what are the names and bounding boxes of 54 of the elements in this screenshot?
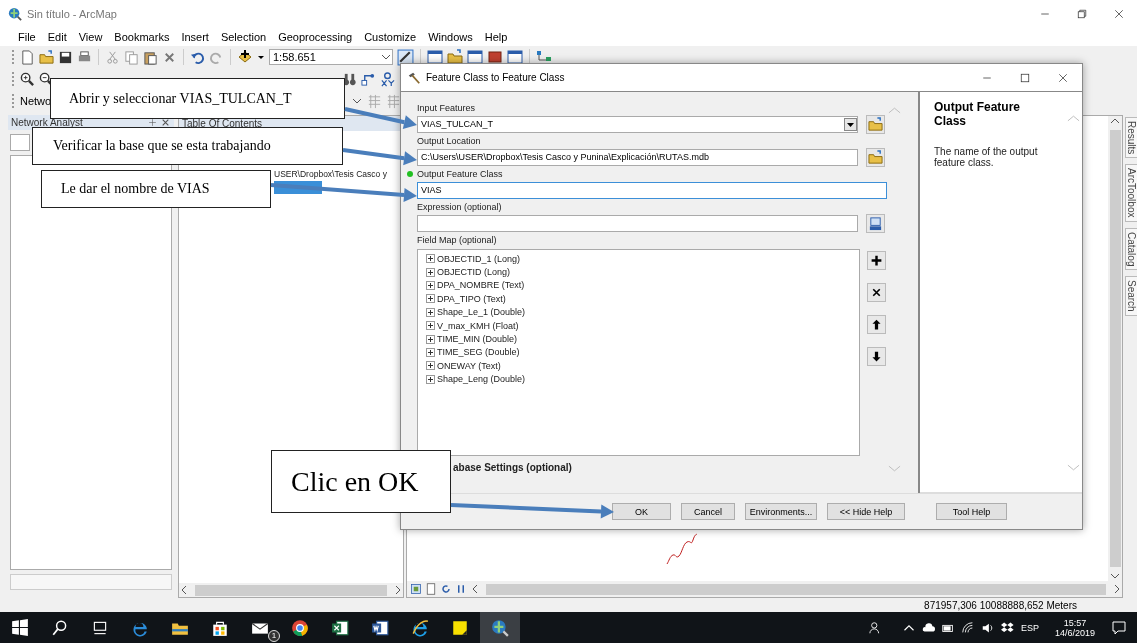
hide-help-button[interactable]: << Hide Help xyxy=(827,503,905,520)
field-label: Output Location xyxy=(417,135,482,147)
input-field[interactable]: VIAS_TULCAN_T xyxy=(417,115,858,133)
menu-item[interactable]: View xyxy=(72,31,109,43)
dialog-title: Feature Class to Feature Class xyxy=(426,72,566,83)
help-title: Output Feature Class xyxy=(934,100,1021,128)
window-title: Sin título - ArcMap xyxy=(27,8,118,20)
field-label: Output Feature Class xyxy=(417,168,887,180)
field-item[interactable]: TIME_MIN (Double) xyxy=(437,334,517,345)
menu-item[interactable]: Edit xyxy=(41,31,73,43)
side-tab[interactable]: Catalog xyxy=(1125,227,1137,271)
menu-item[interactable]: Windows xyxy=(422,31,479,43)
side-tab[interactable]: Results xyxy=(1125,117,1137,159)
language-indicator[interactable]: ESP xyxy=(1020,622,1039,633)
ok-button[interactable]: OK xyxy=(612,503,671,520)
menu-item[interactable]: Customize xyxy=(358,31,423,43)
field-item[interactable]: DPA_NOMBRE (Text) xyxy=(437,280,525,291)
pane-title: Table Of Contents xyxy=(182,118,264,129)
menu-item[interactable]: Geoprocessing xyxy=(272,31,359,43)
clock[interactable]: 15:57 14/6/2019 xyxy=(1054,617,1095,638)
callout-note: Le dar el nombre de VIAS xyxy=(41,170,271,208)
callout-note: Abrir y seleccionar VIAS_TULCAN_T xyxy=(50,78,345,119)
notification-badge: 1 xyxy=(268,630,280,642)
menu-item[interactable]: File xyxy=(12,31,42,43)
field-item[interactable]: Shape_Le_1 (Double) xyxy=(437,307,526,318)
field-item[interactable]: OBJECTID (Long) xyxy=(437,267,511,278)
field-item[interactable]: Shape_Leng (Double) xyxy=(437,374,526,385)
environments-button[interactable]: Environments... xyxy=(745,503,817,520)
side-tab[interactable]: ArcToolbox xyxy=(1125,164,1137,222)
scale-field[interactable]: 1:58.651 xyxy=(269,49,393,65)
field-label: Input Features xyxy=(417,102,477,114)
callout-note: Verificar la base que se esta trabajando xyxy=(32,127,343,165)
side-tab[interactable]: Search xyxy=(1125,276,1137,316)
menu-item[interactable]: Bookmarks xyxy=(108,31,176,43)
field-item[interactable]: DPA_TIPO (Text) xyxy=(437,293,506,304)
layer-path: USER\Dropbox\Tesis Casco y xyxy=(274,169,388,179)
field-item[interactable]: ONEWAY (Text) xyxy=(437,360,501,371)
field-item[interactable]: OBJECTID_1 (Long) xyxy=(437,253,521,264)
field-label: Field Map (optional) xyxy=(417,235,498,247)
map-coordinates: 871957,306 10088888,652 Meters xyxy=(924,599,1077,611)
input-field[interactable]: C:\Users\USER\Dropbox\Tesis Casco y Punina\Explicación\RUTAS.mdb xyxy=(417,148,858,166)
menu-item[interactable]: Selection xyxy=(214,31,273,43)
help-text: The name of the output feature class. xyxy=(934,146,1039,168)
input-field[interactable]: VIAS xyxy=(417,181,887,199)
field-label: Expression (optional) xyxy=(417,201,503,213)
field-item[interactable]: V_max_KMH (Float) xyxy=(437,320,519,331)
section-heading[interactable]: abase Settings (optional) xyxy=(453,462,887,473)
callout-note: Clic en OK xyxy=(271,450,451,513)
cancel-button[interactable]: Cancel xyxy=(681,503,735,520)
menu-item[interactable]: Help xyxy=(478,31,514,43)
field-item[interactable]: TIME_SEG (Double) xyxy=(437,347,520,358)
tool-help-button[interactable]: Tool Help xyxy=(936,503,1007,520)
menu-item[interactable]: Insert xyxy=(175,31,215,43)
network-layer-field[interactable]: Netwo xyxy=(20,93,52,109)
